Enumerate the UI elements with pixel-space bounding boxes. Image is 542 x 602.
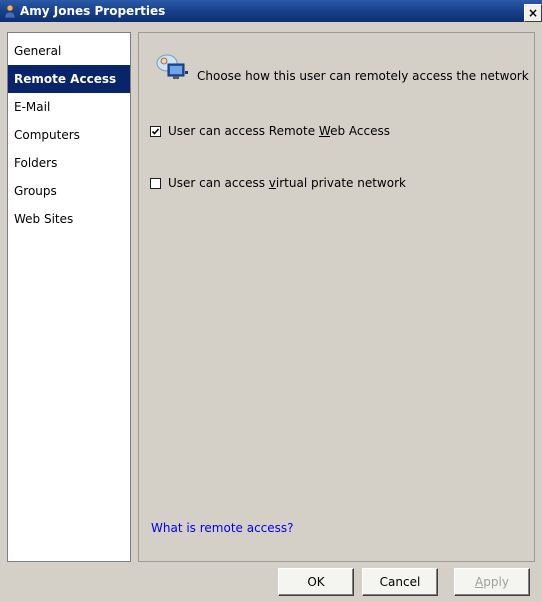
remote-web-access-label: User can access Remote Web Access xyxy=(168,124,390,138)
vpn-access-label: User can access virtual private network xyxy=(168,176,406,190)
vpn-access-checkbox[interactable] xyxy=(150,177,161,189)
properties-dialog: Amy Jones Properties × General Remote Ac… xyxy=(0,0,542,602)
remote-access-icon xyxy=(153,53,191,87)
title-bar[interactable]: Amy Jones Properties × xyxy=(0,0,542,22)
remote-web-access-option[interactable]: User can access Remote Web Access xyxy=(150,124,390,138)
remote-web-access-checkbox[interactable] xyxy=(150,125,161,137)
nav-item-web-sites[interactable]: Web Sites xyxy=(8,205,130,233)
nav-item-folders[interactable]: Folders xyxy=(8,149,130,177)
vpn-access-option[interactable]: User can access virtual private network xyxy=(150,176,406,190)
window-title: Amy Jones Properties xyxy=(20,4,166,18)
nav-item-remote-access[interactable]: Remote Access xyxy=(8,65,130,93)
nav-item-general[interactable]: General xyxy=(8,37,130,65)
cancel-button[interactable]: Cancel xyxy=(362,568,438,596)
panel-description: Choose how this user can remotely access… xyxy=(197,69,529,83)
remote-access-help-link[interactable]: What is remote access? xyxy=(151,521,294,535)
close-button[interactable]: × xyxy=(524,4,542,22)
ok-button[interactable]: OK xyxy=(278,568,354,596)
nav-item-groups[interactable]: Groups xyxy=(8,177,130,205)
remote-access-panel: Choose how this user can remotely access… xyxy=(138,32,535,562)
user-icon xyxy=(4,4,16,19)
nav-item-email[interactable]: E-Mail xyxy=(8,93,130,121)
panel-header: Choose how this user can remotely access… xyxy=(153,53,529,87)
apply-button[interactable]: Apply xyxy=(454,568,530,596)
nav-item-computers[interactable]: Computers xyxy=(8,121,130,149)
category-nav: General Remote Access E-Mail Computers F… xyxy=(7,32,131,562)
